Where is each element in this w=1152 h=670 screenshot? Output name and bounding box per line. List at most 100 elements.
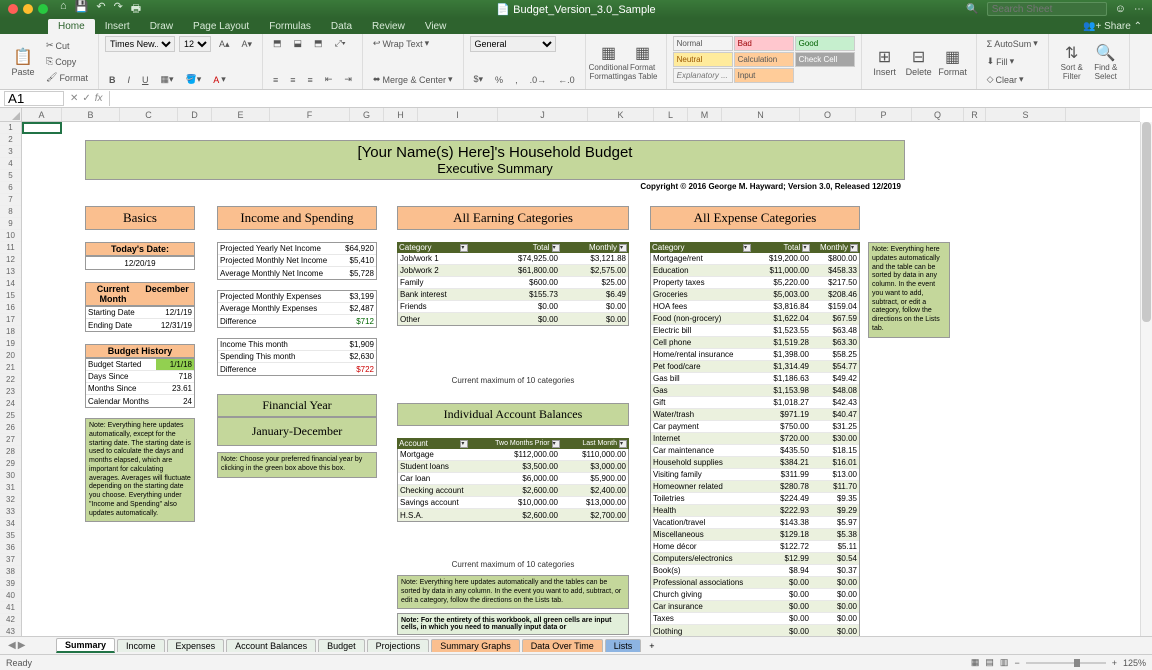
style-check-cell[interactable]: Check Cell <box>795 52 855 67</box>
sheet-tab-summary-graphs[interactable]: Summary Graphs <box>431 639 520 652</box>
style-normal[interactable]: Normal <box>673 36 733 51</box>
align-bottom-icon[interactable]: ⬒ <box>310 36 327 51</box>
sheet-tab-data-over-time[interactable]: Data Over Time <box>522 639 603 652</box>
percent-icon[interactable]: % <box>491 73 507 87</box>
autosum-button[interactable]: Σ AutoSum ▾ <box>983 36 1042 51</box>
select-all-corner[interactable] <box>0 108 22 122</box>
underline-button[interactable]: U <box>138 73 153 87</box>
cell-styles-gallery[interactable]: Normal Bad Good Neutral Calculation Chec… <box>673 36 855 83</box>
worksheet[interactable]: [Your Name(s) Here]'s Household Budget E… <box>22 122 1140 636</box>
border-button[interactable]: ▦▾ <box>156 72 177 87</box>
tab-review[interactable]: Review <box>362 19 415 34</box>
filter-icon[interactable]: ▾ <box>619 244 627 252</box>
copy-button[interactable]: ⎘ Copy <box>42 54 92 69</box>
add-sheet-button[interactable]: + <box>643 641 660 651</box>
sort-filter-button[interactable]: ⇅Sort & Filter <box>1055 36 1089 87</box>
format-as-table-button[interactable]: ▦Format as Table <box>626 36 660 87</box>
align-middle-icon[interactable]: ⬓ <box>290 36 307 51</box>
conditional-formatting-button[interactable]: ▦Conditional Formatting <box>592 36 626 87</box>
style-good[interactable]: Good <box>795 36 855 51</box>
font-size-select[interactable]: 12 <box>179 36 211 52</box>
filter-icon[interactable]: ▾ <box>743 244 751 252</box>
increase-indent-icon[interactable]: ⇥ <box>340 72 356 87</box>
cut-button[interactable]: ✂ Cut <box>42 38 92 53</box>
wrap-text-button[interactable]: ↩ Wrap Text ▾ <box>369 36 457 51</box>
share-button[interactable]: 👥+ Share ⌃ <box>1073 19 1152 34</box>
tab-view[interactable]: View <box>415 19 457 34</box>
view-normal-icon[interactable]: ▦ <box>971 657 980 668</box>
filter-icon[interactable]: ▾ <box>552 244 560 252</box>
sheet-tab-lists[interactable]: Lists <box>605 639 642 652</box>
font-family-select[interactable]: Times New... <box>105 36 175 52</box>
sheet-tab-projections[interactable]: Projections <box>367 639 430 652</box>
earning-table-header[interactable]: Category▾ Total▾ Monthly▾ <box>397 242 629 253</box>
insert-cells-button[interactable]: ⊞Insert <box>868 36 902 87</box>
view-break-icon[interactable]: ▥ <box>1000 657 1009 668</box>
style-input[interactable]: Input <box>734 68 794 83</box>
scrollbar-thumb[interactable] <box>1142 122 1151 322</box>
sheet-tab-summary[interactable]: Summary <box>56 638 115 653</box>
bold-button[interactable]: B <box>105 73 120 87</box>
tab-draw[interactable]: Draw <box>140 19 183 34</box>
accounts-table-header[interactable]: Account▾ Two Months Prior▾ Last Month▾ <box>397 438 629 449</box>
zoom-in-icon[interactable]: + <box>1112 658 1117 668</box>
font-color-button[interactable]: A▾ <box>209 72 230 87</box>
tab-data[interactable]: Data <box>321 19 362 34</box>
budget-started-input[interactable]: 1/1/18 <box>156 359 194 371</box>
delete-cells-button[interactable]: ⊟Delete <box>902 36 936 87</box>
zoom-level[interactable]: 125% <box>1123 658 1146 668</box>
comma-icon[interactable]: , <box>511 73 522 87</box>
save-icon[interactable]: 💾 <box>75 0 89 19</box>
increase-decimal-icon[interactable]: .0→ <box>526 73 551 87</box>
sheet-tab-expenses[interactable]: Expenses <box>167 639 225 652</box>
row-headers[interactable]: 1234567891011121314151617181920212223242… <box>0 122 22 636</box>
style-neutral[interactable]: Neutral <box>673 52 733 67</box>
cancel-icon[interactable]: ✕ <box>70 93 78 104</box>
tab-formulas[interactable]: Formulas <box>259 19 321 34</box>
sheet-tab-income[interactable]: Income <box>117 639 165 652</box>
filter-icon[interactable]: ▾ <box>850 244 858 252</box>
find-select-button[interactable]: 🔍Find & Select <box>1089 36 1123 87</box>
filter-icon[interactable]: ▾ <box>619 440 627 448</box>
tab-page-layout[interactable]: Page Layout <box>183 19 259 34</box>
align-center-icon[interactable]: ≡ <box>286 73 299 87</box>
format-painter-button[interactable]: 🖌 Format <box>42 70 92 85</box>
fill-button[interactable]: ⬇ Fill ▾ <box>983 54 1042 69</box>
merge-center-button[interactable]: ⬌ Merge & Center ▾ <box>369 72 457 87</box>
zoom-out-icon[interactable]: − <box>1014 658 1019 668</box>
filter-icon[interactable]: ▾ <box>460 440 468 448</box>
view-page-icon[interactable]: ▤ <box>985 657 994 668</box>
zoom-icon[interactable] <box>38 4 48 14</box>
overflow-icon[interactable]: ⋯ <box>1134 4 1144 15</box>
orientation-icon[interactable]: ⤢▾ <box>331 36 350 51</box>
align-left-icon[interactable]: ≡ <box>269 73 282 87</box>
decrease-font-icon[interactable]: A▾ <box>237 37 256 52</box>
feedback-icon[interactable]: ☺ <box>1115 3 1126 15</box>
paste-button[interactable]: 📋Paste <box>6 47 40 77</box>
italic-button[interactable]: I <box>123 73 134 87</box>
decrease-decimal-icon[interactable]: ←.0 <box>554 73 579 87</box>
filter-icon[interactable]: ▾ <box>552 440 560 448</box>
redo-icon[interactable]: ↷ <box>114 0 123 19</box>
format-cells-button[interactable]: ▦Format <box>936 36 970 87</box>
tab-insert[interactable]: Insert <box>95 19 140 34</box>
zoom-slider[interactable] <box>1026 662 1106 664</box>
search-sheet-input[interactable] <box>987 2 1107 16</box>
filter-icon[interactable]: ▾ <box>802 244 810 252</box>
name-box[interactable] <box>4 91 64 106</box>
expense-table-header[interactable]: Category▾ Total▾ Monthly▾ <box>650 242 860 253</box>
align-top-icon[interactable]: ⬒ <box>269 36 286 51</box>
number-format-select[interactable]: General <box>470 36 556 52</box>
fx-icon[interactable]: fx <box>95 93 103 104</box>
column-headers[interactable]: ABCDEFGHIJKLMNOPQRS <box>22 108 1140 122</box>
vertical-scrollbar[interactable] <box>1140 122 1152 636</box>
sheet-tab-budget[interactable]: Budget <box>318 639 365 652</box>
print-icon[interactable]: 🖶 <box>131 0 141 19</box>
style-explanatory[interactable]: Explanatory ... <box>673 68 733 83</box>
close-icon[interactable] <box>8 4 18 14</box>
currency-icon[interactable]: $▾ <box>470 72 488 87</box>
financial-year-select[interactable]: January-December <box>217 417 377 446</box>
clear-button[interactable]: ◇ Clear ▾ <box>983 72 1042 87</box>
undo-icon[interactable]: ↶ <box>96 0 105 19</box>
fill-color-button[interactable]: 🪣▾ <box>182 72 206 87</box>
